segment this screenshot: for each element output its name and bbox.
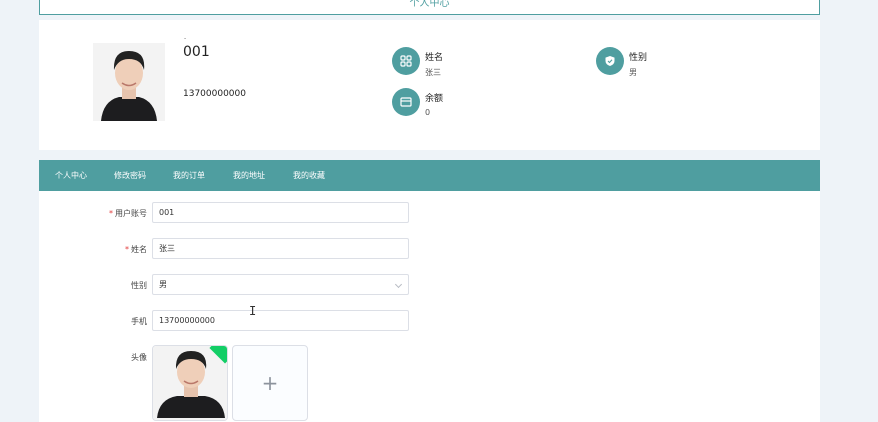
gender-select-value: 男 <box>159 280 167 289</box>
tab-my-favorites[interactable]: 我的收藏 <box>293 160 325 191</box>
tab-my-orders[interactable]: 我的订单 <box>173 160 205 191</box>
name-label: * 姓名 <box>125 245 147 254</box>
tab-profile[interactable]: 个人中心 <box>55 160 87 191</box>
info-name-label: 姓名 <box>425 53 444 63</box>
text-cursor-icon: I <box>249 304 257 318</box>
gender-label: 性别 <box>131 281 147 290</box>
avatar-upload-button[interactable]: + <box>232 345 308 421</box>
gender-select[interactable]: 男 <box>152 274 409 295</box>
avatar-image <box>93 43 165 121</box>
profile-card: - 001 13700000000 姓名 张三 性别 男 余额 0 <box>39 20 820 150</box>
plus-icon: + <box>261 371 279 395</box>
tab-my-addresses[interactable]: 我的地址 <box>233 160 265 191</box>
profile-form: * 用户账号 001 * 姓名 张三 性别 男 手机 13700000000 头像 … <box>39 191 820 422</box>
info-gender-label: 性别 <box>629 53 648 63</box>
profile-phone: 13700000000 <box>183 89 246 99</box>
name-input[interactable]: 张三 <box>152 238 409 259</box>
tab-change-password[interactable]: 修改密码 <box>114 160 146 191</box>
profile-account: 001 <box>183 44 210 60</box>
avatar-label: 头像 <box>131 353 147 362</box>
required-mark: * <box>109 209 113 218</box>
avatar-thumbnail-image <box>153 346 227 420</box>
info-balance-label: 余额 <box>425 94 444 104</box>
avatar-upload-thumbnail[interactable] <box>152 345 228 421</box>
page-title: 个人中心 <box>409 0 450 9</box>
avatar <box>93 43 165 121</box>
info-balance-value: 0 <box>425 108 431 117</box>
phone-label: 手机 <box>131 317 147 326</box>
account-label: * 用户账号 <box>109 209 147 218</box>
phone-input[interactable]: 13700000000 <box>152 310 409 331</box>
account-input[interactable]: 001 <box>152 202 409 223</box>
wallet-icon <box>392 88 420 116</box>
info-gender-value: 男 <box>629 68 637 77</box>
tab-bar: 个人中心 修改密码 我的订单 我的地址 我的收藏 <box>39 160 820 191</box>
info-name-value: 张三 <box>425 68 441 77</box>
page-title-bar: 个人中心 <box>39 0 820 15</box>
grid-icon <box>392 47 420 75</box>
profile-mark: - <box>184 35 187 42</box>
required-mark: * <box>125 245 129 254</box>
chevron-down-icon <box>394 280 403 289</box>
shield-icon <box>596 47 624 75</box>
